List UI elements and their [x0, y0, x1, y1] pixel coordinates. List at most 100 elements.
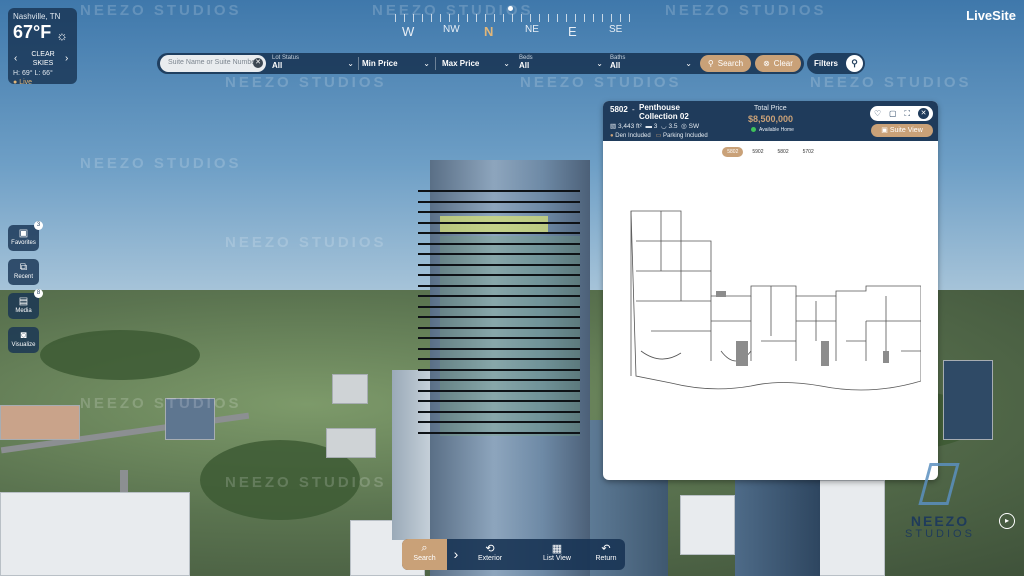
panel-actions: ♡ ▢ ⛶ ✕ — [870, 106, 933, 121]
brand-line2: STUDIOS — [905, 528, 975, 540]
tower-floor-line — [418, 410, 580, 413]
beds-select[interactable]: Beds All ⌄ — [519, 55, 603, 72]
media-label: Media — [15, 308, 32, 314]
building — [0, 405, 80, 440]
tower-floor-line — [418, 190, 580, 192]
visualize-label: Visualize — [11, 342, 36, 348]
tower-floor-line — [418, 211, 580, 213]
floorplan-tabs: 5802 5902 5802 5702 — [603, 147, 938, 157]
building — [326, 428, 376, 458]
lot-status-value: All — [272, 61, 283, 70]
bottom-search-label: Search — [413, 555, 436, 562]
tower-floor-line — [418, 253, 580, 255]
building — [680, 495, 735, 555]
media-button[interactable]: ▤ Media 8 — [8, 289, 43, 319]
heart-icon[interactable]: ♡ — [874, 109, 881, 118]
filters-button[interactable]: Filters ⚲ — [807, 53, 865, 74]
unit-detail-header: 5802 - Penthouse Collection 02 ▧ 3,443 f… — [603, 101, 938, 141]
building — [943, 360, 993, 440]
baths-select[interactable]: Baths All ⌄ — [610, 55, 692, 72]
tower-floor-line — [418, 295, 580, 297]
tower-floor-line — [418, 263, 580, 266]
favorites-button[interactable]: ▣ Favorites 3 — [8, 221, 43, 251]
chevron-down-icon: ⌄ — [347, 59, 354, 68]
window-icon[interactable]: ▢ — [889, 109, 897, 118]
min-price-select[interactable]: Min Price ⌄ — [362, 55, 430, 72]
favorites-icon: ▣ — [18, 228, 29, 239]
exterior-label: Exterior — [477, 555, 503, 562]
weather-condition-line2: SKIES — [32, 60, 54, 67]
media-icon: ▤ — [18, 296, 29, 307]
compass-label-e: E — [568, 24, 577, 39]
adjacent-tower — [735, 480, 820, 576]
unit-sqft: 3,443 ft² — [617, 123, 642, 130]
compass-label-se: SE — [609, 24, 623, 35]
image-icon: ▣ — [881, 127, 888, 134]
livesite-logo: LiveSite — [966, 8, 1016, 23]
floorplan-drawing[interactable] — [621, 201, 921, 396]
tower-floor-line — [418, 389, 580, 392]
weather-condition-line1: CLEAR — [31, 51, 55, 58]
chevron-right-icon[interactable]: › — [65, 53, 68, 64]
close-circle-icon: ⊗ — [763, 59, 770, 68]
recent-button[interactable]: ⧉ Recent — [8, 259, 39, 285]
list-view-label: List View — [543, 555, 571, 562]
list-icon: ▦ — [551, 543, 563, 555]
search-home-icon: ⌕ — [421, 542, 428, 554]
watermark: NEEZO STUDIOS — [80, 395, 242, 412]
compass-label-w: W — [402, 24, 415, 39]
exterior-button[interactable]: ⟲ Exterior — [470, 539, 510, 570]
rotate-icon: ⟲ — [485, 543, 495, 555]
den-included: Den Included — [615, 133, 651, 139]
max-price-select[interactable]: Max Price ⌄ — [442, 55, 510, 72]
plan-tab[interactable]: 5802 — [722, 147, 744, 157]
chevron-down-icon: ⌄ — [685, 59, 692, 68]
expand-toolbar-button[interactable]: › — [449, 539, 463, 570]
chevron-left-icon[interactable]: ‹ — [14, 53, 17, 64]
suite-search-input[interactable]: Suite Name or Suite Number ✕ — [160, 55, 266, 72]
clear-button[interactable]: ⊗ Clear — [755, 55, 801, 72]
fullscreen-icon[interactable]: ⛶ — [905, 109, 911, 119]
chevron-down-icon: ⌄ — [503, 59, 510, 68]
beds-value: All — [519, 61, 530, 70]
watermark: NEEZO STUDIOS — [80, 2, 242, 19]
plan-tab[interactable]: 5802 — [773, 147, 794, 157]
compass-label-n: N — [484, 24, 494, 39]
bottom-search-button[interactable]: ⌕ Search — [402, 539, 447, 570]
list-view-button[interactable]: ▦ List View — [532, 539, 582, 570]
weather-widget[interactable]: Nashville, TN 67°F ☼ ‹ CLEAR SKIES › H: … — [8, 8, 77, 86]
close-icon[interactable]: ✕ — [918, 108, 930, 119]
plan-tab[interactable]: 5702 — [798, 147, 819, 157]
divider — [358, 57, 359, 70]
clear-input-icon[interactable]: ✕ — [253, 58, 263, 68]
available-floors[interactable] — [440, 236, 580, 436]
weather-temp: 67°F — [13, 22, 52, 42]
watermark: NEEZO STUDIOS — [810, 74, 972, 91]
unit-dash: - — [632, 105, 635, 114]
weather-high-low: H: 69° L: 66° — [13, 70, 53, 77]
unit-detail-panel: 5802 - Penthouse Collection 02 ▧ 3,443 f… — [603, 101, 938, 480]
return-icon: ↶ — [601, 543, 611, 555]
chevron-right-icon: › — [453, 546, 459, 562]
search-button-label: Search — [717, 59, 744, 68]
total-price-caption: Total Price — [754, 105, 787, 112]
neezo-logo-shape — [918, 463, 960, 505]
lot-status-select[interactable]: Lot Status All ⌄ — [272, 55, 354, 72]
side-panel-toggle[interactable]: ▸ — [999, 513, 1015, 529]
weather-city: Nashville, TN — [13, 12, 61, 21]
filters-button-label: Filters — [814, 59, 839, 68]
selected-floor-highlight[interactable] — [440, 216, 548, 232]
plan-tab[interactable]: 5902 — [747, 147, 768, 157]
brand-line1: NEEZO — [910, 513, 970, 529]
watermark: NEEZO STUDIOS — [225, 74, 387, 91]
unit-exposure: SW — [688, 123, 700, 130]
compass[interactable]: W NW N NE E SE — [395, 4, 630, 40]
return-button[interactable]: ↶ Return — [588, 539, 624, 570]
max-price-value: Max Price — [442, 59, 480, 68]
recent-label: Recent — [13, 274, 33, 280]
suite-view-button[interactable]: ▣ Suite View — [871, 124, 933, 137]
search-button[interactable]: ⚲ Search — [700, 55, 751, 72]
tower-floor-line — [418, 316, 580, 318]
visualize-button[interactable]: ◙ Visualize — [8, 327, 39, 353]
filter-search-icon: ⚲ — [846, 55, 863, 72]
